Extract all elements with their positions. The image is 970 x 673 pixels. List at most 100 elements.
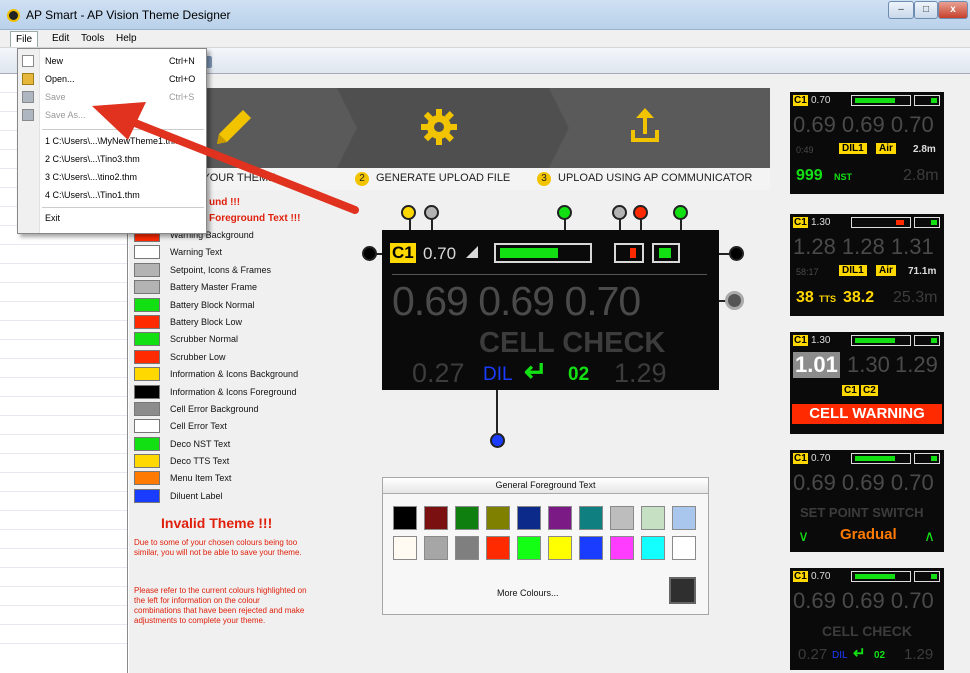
legend-label: Setpoint, Icons & Frames (170, 264, 272, 275)
window-title: AP Smart - AP Vision Theme Designer (26, 8, 231, 22)
menu-tools[interactable]: Tools (76, 31, 109, 47)
battery-frame-marker[interactable] (612, 205, 627, 220)
colour-swatch[interactable] (579, 506, 603, 530)
colour-swatch[interactable] (672, 536, 696, 560)
scrubber-marker[interactable] (673, 205, 688, 220)
colour-swatch[interactable] (610, 536, 634, 560)
menu-item-new[interactable]: New (45, 56, 63, 66)
colour-swatch[interactable] (641, 536, 665, 560)
connector-line (496, 390, 498, 433)
colour-swatch[interactable] (517, 536, 541, 560)
maximize-button[interactable]: □ (914, 1, 938, 19)
thumbnail-cell-check[interactable]: C1 0.70 0.69 0.69 0.70 CELL CHECK 0.27 D… (790, 568, 944, 670)
close-button[interactable]: x (938, 1, 968, 19)
battery-normal-marker[interactable] (557, 205, 572, 220)
colour-swatch[interactable] (548, 536, 572, 560)
menu-item-recent-3[interactable]: 3 C:\Users\...\tino2.thm (45, 172, 137, 182)
theme-preview: C1 0.70 0.69 0.69 0.70 CELL CHECK 0.27 D… (382, 230, 719, 390)
thumb-cell-warning: CELL WARNING (792, 404, 942, 424)
thumbnail-cell-warning[interactable]: C1 1.30 1.01 1.30 1.29 C1 C2 CELL WARNIN… (790, 332, 944, 434)
colour-swatch[interactable] (517, 506, 541, 530)
thumb-switch-value: Gradual (840, 526, 897, 543)
setpoint-marker[interactable] (424, 205, 439, 220)
background-marker[interactable] (729, 246, 744, 261)
thumb-tts-label: TTS (819, 294, 836, 304)
legend-label: Battery Master Frame (170, 282, 258, 293)
shortcut-save: Ctrl+S (169, 92, 195, 102)
thumbnail-setpoint-switch[interactable]: C1 0.70 0.69 0.69 0.70 SET POINT SWITCH … (790, 450, 944, 552)
colour-swatch[interactable] (641, 506, 665, 530)
thumb-right-value: 1.29 (904, 646, 934, 663)
app-icon (7, 9, 20, 22)
thumb-error-reading: 1.01 (793, 352, 840, 378)
menu-item-recent-2[interactable]: 2 C:\Users\...\Tino3.thm (45, 154, 140, 164)
legend-swatch[interactable] (134, 401, 160, 416)
colour-swatch[interactable] (579, 536, 603, 560)
legend-swatch[interactable] (134, 349, 160, 364)
thumb-scrubber-icon (914, 571, 940, 582)
folder-open-icon (22, 73, 34, 85)
colour-swatch[interactable] (424, 536, 448, 560)
colour-swatch[interactable] (486, 506, 510, 530)
colour-swatch[interactable] (393, 536, 417, 560)
legend-swatch[interactable] (134, 332, 160, 347)
colour-swatch[interactable] (455, 506, 479, 530)
diluent-marker[interactable] (490, 433, 505, 448)
colour-swatch[interactable] (486, 536, 510, 560)
menu-item-save-as[interactable]: Save As... (45, 110, 86, 120)
current-colour-swatch[interactable] (669, 577, 696, 604)
legend-swatch[interactable] (134, 245, 160, 260)
step-2-number: 2 (355, 172, 369, 186)
thumbnail-dive-nst[interactable]: C1 0.70 0.69 0.69 0.70 0:49 DIL1 Air 2.8… (790, 92, 944, 194)
setpoint-triangle-icon (466, 246, 478, 258)
more-colours-link[interactable]: More Colours... (497, 588, 559, 598)
invalid-theme-message-2: Please refer to the current colours high… (134, 586, 307, 625)
foreground-marker-selected[interactable] (725, 291, 744, 310)
menu-help[interactable]: Help (111, 31, 142, 47)
file-menu-dropdown: New Ctrl+N Open... Ctrl+O Save Ctrl+S Sa… (17, 48, 207, 234)
menu-edit[interactable]: Edit (47, 31, 74, 47)
legend-swatch[interactable] (134, 471, 160, 486)
info-fg-marker[interactable] (362, 246, 377, 261)
legend-swatch[interactable] (134, 314, 160, 329)
legend-swatch[interactable] (134, 384, 160, 399)
menu-item-recent-4[interactable]: 4 C:\Users\...\Tino1.thm (45, 190, 140, 200)
gear-icon (421, 109, 457, 145)
menu-item-open[interactable]: Open... (45, 74, 75, 84)
legend-swatch[interactable] (134, 419, 160, 434)
colour-swatch[interactable] (393, 506, 417, 530)
thumb-gas: Air (876, 265, 896, 276)
battery-low-marker[interactable] (633, 205, 648, 220)
thumb-enter-icon: ↵ (853, 645, 866, 662)
save-icon (22, 91, 34, 103)
colour-swatch[interactable] (610, 506, 634, 530)
thumb-readings: 0.69 0.69 0.70 (793, 588, 934, 613)
legend-swatch[interactable] (134, 436, 160, 451)
colour-swatch[interactable] (548, 506, 572, 530)
legend-swatch[interactable] (134, 280, 160, 295)
legend-label: Cell Error Text (170, 421, 227, 432)
colour-swatch[interactable] (424, 506, 448, 530)
colour-swatch[interactable] (455, 536, 479, 560)
colour-swatch[interactable] (672, 506, 696, 530)
legend-swatch[interactable] (134, 488, 160, 503)
legend-swatch[interactable] (134, 454, 160, 469)
thumbnail-dive-tts[interactable]: C1 1.30 1.28 1.28 1.31 58:17 DIL1 Air 71… (790, 214, 944, 316)
legend-swatch[interactable] (134, 262, 160, 277)
info-bg-marker[interactable] (401, 205, 416, 220)
legend-swatch[interactable] (134, 367, 160, 382)
menu-file[interactable]: File (10, 31, 39, 47)
workflow-banner (129, 88, 770, 168)
colour-picker: General Foreground Text More Colours... (382, 477, 709, 615)
menu-item-recent-1[interactable]: 1 C:\Users\...\MyNewTheme1.thm (45, 136, 181, 146)
thumb-depth-2: 25.3m (893, 289, 938, 306)
menu-item-save[interactable]: Save (45, 92, 66, 102)
minimize-button[interactable]: – (888, 1, 914, 19)
thumb-depth: 71.1m (908, 266, 937, 277)
legend-swatch[interactable] (134, 297, 160, 312)
legend-label: Deco NST Text (170, 438, 231, 449)
menu-item-exit[interactable]: Exit (45, 213, 60, 223)
preview-cell-tag: C1 (390, 243, 416, 263)
thumb-cell-tag: C1 (793, 217, 808, 228)
thumb-scrubber-icon (914, 217, 940, 228)
